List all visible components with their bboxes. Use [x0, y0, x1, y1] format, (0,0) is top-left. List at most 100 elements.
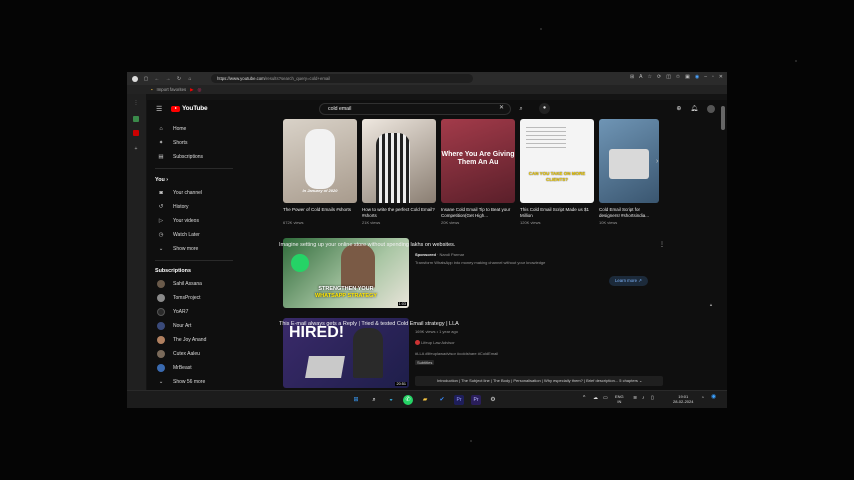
- more-options-icon[interactable]: ⋮: [659, 241, 665, 248]
- tabs-icon[interactable]: ▢: [143, 76, 149, 82]
- add-icon[interactable]: +: [133, 146, 139, 152]
- person-shape: [376, 133, 410, 203]
- refresh-page-icon[interactable]: ⟳: [657, 74, 661, 80]
- sub-item[interactable]: Sahil Assana: [157, 279, 202, 289]
- sub-item[interactable]: YoAR7: [157, 307, 188, 317]
- instagram-fav-icon[interactable]: ◎: [197, 87, 201, 93]
- learn-more-button[interactable]: Learn more ↗: [609, 276, 648, 286]
- favorite-star-icon[interactable]: ☆: [648, 74, 652, 80]
- favorites-icon[interactable]: ✩: [676, 74, 680, 80]
- sidebar-item-history[interactable]: ↺ History: [157, 202, 189, 212]
- favorite-import[interactable]: Import favorites: [157, 87, 187, 92]
- sidebar-item-watch-later[interactable]: ◷ Watch Later: [157, 230, 200, 240]
- you-header[interactable]: You ›: [155, 177, 168, 183]
- cloud-icon[interactable]: ☁: [593, 396, 598, 401]
- close-icon[interactable]: ✕: [719, 74, 723, 80]
- short-title[interactable]: Insane Cold Email Tip to Beat your Compe…: [441, 207, 515, 219]
- back-icon[interactable]: ←: [154, 76, 160, 82]
- create-icon[interactable]: ⊕: [676, 105, 681, 113]
- sub-item[interactable]: Cutex Aaleu: [157, 349, 200, 359]
- premiere-icon[interactable]: Pr: [454, 395, 464, 405]
- minimize-icon[interactable]: –: [704, 74, 707, 80]
- clock[interactable]: 19:01 28-02-2024: [673, 394, 693, 404]
- short-card[interactable]: Where You Are Giving Them An Au Insane C…: [441, 119, 515, 225]
- short-thumbnail[interactable]: In January of 2020: [283, 119, 357, 203]
- short-thumbnail[interactable]: [362, 119, 436, 203]
- copilot-taskbar-icon[interactable]: ◉: [711, 394, 716, 400]
- short-title[interactable]: Cold Email Script for designers! #shorts…: [599, 207, 659, 219]
- video-thumbnail[interactable]: HIRED! 20:51: [283, 318, 409, 388]
- notification-icon[interactable]: ◔: [701, 396, 704, 401]
- search-input[interactable]: cold email: [319, 103, 511, 115]
- file-explorer-icon[interactable]: ▰: [420, 395, 430, 405]
- short-title[interactable]: How to write the perfect Cold Email? #sh…: [362, 207, 436, 219]
- search-icon[interactable]: ⌕: [511, 103, 531, 115]
- short-title[interactable]: This Cold Email Script Made us $1 Millio…: [520, 207, 594, 219]
- app-icon[interactable]: [133, 116, 139, 122]
- scrollbar[interactable]: [721, 106, 725, 130]
- sidebar-item-show-more[interactable]: ⌄ Show more: [157, 244, 199, 254]
- sub-label: Cutex Aaleu: [173, 351, 200, 357]
- channel-line[interactable]: Lifeup Law Advisor: [415, 340, 455, 346]
- whatsapp-icon[interactable]: ✆: [403, 395, 413, 405]
- video-title[interactable]: Imagine setting up your online store wit…: [279, 242, 455, 248]
- refresh-icon[interactable]: ↻: [176, 76, 182, 82]
- sub-item[interactable]: The Joy Anand: [157, 335, 206, 345]
- sidebar-item-shorts[interactable]: ✦ Shorts: [157, 138, 188, 148]
- scroll-up-icon[interactable]: ▲: [709, 302, 713, 307]
- sidebar-label: Watch Later: [173, 232, 200, 238]
- youtube-app-icon[interactable]: [133, 130, 139, 136]
- wifi-icon[interactable]: ≋: [633, 396, 637, 401]
- search-icon[interactable]: ⌕: [369, 395, 379, 405]
- short-card[interactable]: Cold Email Script for designers! #shorts…: [599, 119, 659, 225]
- extensions-icon[interactable]: ⊞: [630, 74, 634, 80]
- sub-item[interactable]: TomsProject: [157, 293, 201, 303]
- short-card[interactable]: How to write the perfect Cold Email? #sh…: [362, 119, 436, 225]
- power-icon[interactable]: ▯: [651, 396, 654, 401]
- more-icon[interactable]: ⋮: [133, 100, 139, 106]
- split-screen-icon[interactable]: ◫: [666, 74, 671, 80]
- chapters-bar[interactable]: Introduction | The Subject line | The Bo…: [415, 376, 663, 386]
- short-thumbnail[interactable]: [599, 119, 659, 203]
- youtube-logo[interactable]: YouTube: [171, 105, 208, 112]
- chevron-right-icon[interactable]: ›: [656, 158, 658, 165]
- sidebar-item-your-videos[interactable]: ▷ Your videos: [157, 216, 199, 226]
- bell-icon[interactable]: 🔔︎: [690, 105, 698, 113]
- short-thumbnail[interactable]: CAN YOU TAKE ON MORE CLIENTS?: [520, 119, 594, 203]
- video-title[interactable]: This E-mail always gets a Reply | Tried …: [279, 321, 459, 327]
- mic-icon[interactable]: ●: [539, 103, 550, 114]
- avatar[interactable]: [707, 105, 715, 113]
- youtube-fav-icon[interactable]: ▶: [190, 87, 193, 93]
- premiere-pro-icon[interactable]: Pr: [471, 395, 481, 405]
- short-card[interactable]: CAN YOU TAKE ON MORE CLIENTS? This Cold …: [520, 119, 594, 225]
- short-title[interactable]: The Power of Cold Emails #shorts: [283, 207, 357, 219]
- language-indicator[interactable]: ENG IN: [615, 394, 624, 404]
- show-more-subs[interactable]: ⌄ Show 56 more: [157, 377, 206, 387]
- battery-icon[interactable]: ▭: [603, 396, 608, 401]
- forward-icon[interactable]: →: [165, 76, 171, 82]
- sidebar-item-home[interactable]: ⌂ Home: [157, 124, 186, 134]
- maximize-icon[interactable]: ▫: [712, 74, 714, 80]
- profile-icon[interactable]: [132, 75, 138, 82]
- tray-chevron-icon[interactable]: ^: [583, 396, 585, 401]
- sub-item[interactable]: Nour Art: [157, 321, 191, 331]
- copilot-icon[interactable]: ◉: [695, 74, 699, 80]
- short-card[interactable]: In January of 2020 The Power of Cold Ema…: [283, 119, 357, 225]
- todo-icon[interactable]: ✔: [437, 395, 447, 405]
- video-thumbnail[interactable]: STRENGTHEN YOUR WHATSAPP STRATEGY 1:03: [283, 238, 409, 308]
- short-thumbnail[interactable]: Where You Are Giving Them An Au: [441, 119, 515, 203]
- collections-icon[interactable]: ▣: [685, 74, 690, 80]
- settings-icon[interactable]: ⚙: [488, 395, 498, 405]
- edge-icon[interactable]: ◒: [386, 395, 396, 405]
- address-bar[interactable]: https://www.youtube.com/results?search_q…: [211, 74, 473, 83]
- volume-icon[interactable]: ♪: [642, 396, 645, 401]
- clear-search-icon[interactable]: ✕: [499, 104, 504, 111]
- sidebar-item-your-channel[interactable]: ◙ Your channel: [157, 188, 202, 198]
- menu-icon[interactable]: ☰: [156, 105, 162, 113]
- home-icon[interactable]: ⌂: [187, 76, 193, 82]
- sub-item[interactable]: MrBeast: [157, 363, 192, 373]
- sub-label: MrBeast: [173, 365, 192, 371]
- read-aloud-icon[interactable]: A: [639, 74, 642, 80]
- windows-start-icon[interactable]: ⊞: [351, 395, 361, 405]
- sidebar-item-subscriptions[interactable]: ▤ Subscriptions: [157, 152, 203, 162]
